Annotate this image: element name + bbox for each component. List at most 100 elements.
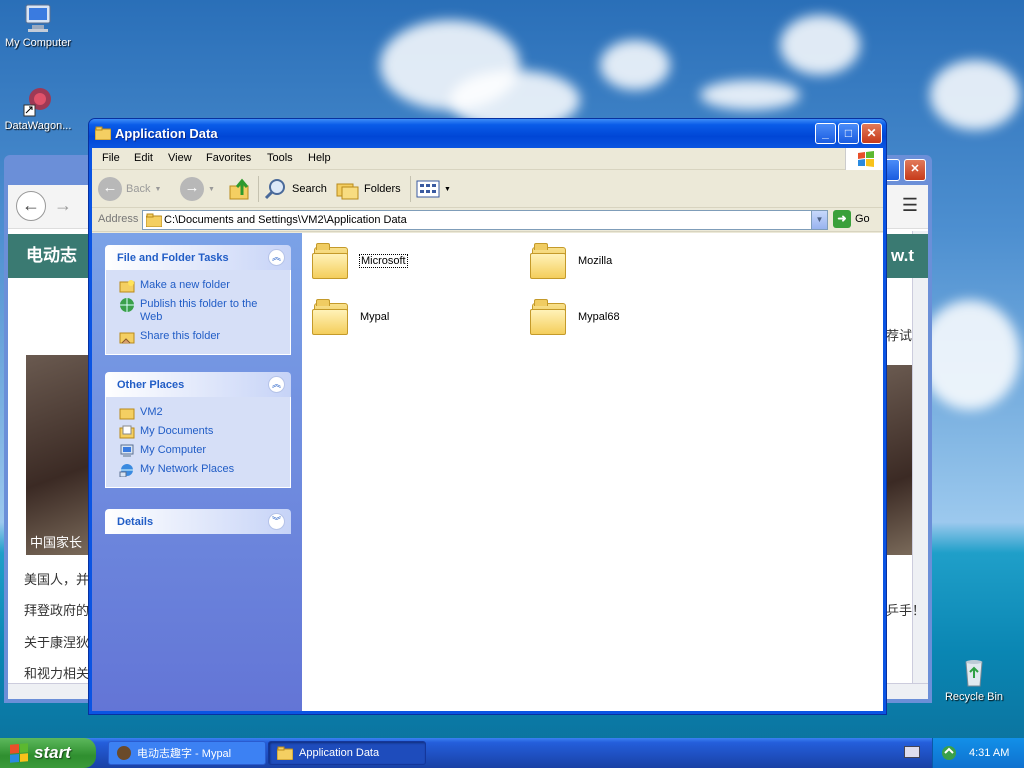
forward-button[interactable]: → ▼	[180, 176, 215, 202]
browser-text-line[interactable]: 和视力相关	[24, 663, 89, 682]
folders-button[interactable]: Folders	[336, 176, 401, 202]
folder-icon	[530, 243, 568, 279]
expand-chevron-icon[interactable]: ︾	[268, 513, 285, 530]
desktop-icon-label: Recycle Bin	[944, 691, 1004, 703]
folder-icon	[95, 126, 111, 140]
place-vm2[interactable]: VM2	[106, 403, 290, 422]
place-my-computer[interactable]: My Computer	[106, 441, 290, 460]
other-places-header[interactable]: Other Places ︽	[105, 372, 291, 397]
go-button[interactable]: ➜ Go	[833, 210, 870, 228]
toolbar-separator	[410, 176, 411, 202]
address-input[interactable]: C:\Documents and Settings\VM2\Applicatio…	[142, 210, 828, 230]
folders-icon	[336, 183, 359, 200]
chevron-down-icon: ▼	[154, 185, 162, 193]
taskbar-button-label: 电动志趣字 - Mypal	[137, 748, 232, 760]
new-folder-icon	[119, 280, 135, 293]
task-publish-to-web[interactable]: Publish this folder to the Web	[106, 295, 290, 327]
folder-item[interactable]: Microsoft	[312, 243, 408, 279]
collapse-chevron-icon[interactable]: ︽	[268, 249, 285, 266]
folder-item[interactable]: Mozilla	[530, 243, 612, 279]
views-button[interactable]: ▼	[416, 176, 451, 202]
photo-caption: 中国家长	[30, 535, 83, 550]
browser-photo[interactable]	[26, 355, 90, 555]
task-label: Publish this folder to the Web	[140, 298, 258, 323]
clock[interactable]: 4:31 AM	[969, 747, 1009, 759]
browser-back-button[interactable]: ←	[16, 191, 46, 221]
panel-body: Make a new folder Publish this folder to…	[105, 270, 291, 355]
place-label: My Computer	[140, 444, 207, 456]
toolbar: ← Back ▼ → ▼ Search Folders ▼	[92, 170, 883, 208]
search-icon	[264, 179, 285, 200]
up-folder-button[interactable]	[228, 176, 252, 202]
place-my-documents[interactable]: My Documents	[106, 422, 290, 441]
menu-tools[interactable]: Tools	[267, 152, 293, 164]
back-button[interactable]: ← Back ▼	[98, 176, 161, 202]
banner-title: 电动志	[26, 246, 77, 265]
folder-name: Microsoft	[359, 254, 408, 268]
collapse-chevron-icon[interactable]: ︽	[268, 376, 285, 393]
documents-folder-icon	[119, 425, 135, 439]
address-label: Address	[98, 213, 139, 225]
folder-name: Mozilla	[578, 255, 613, 267]
browser-app-icon	[117, 746, 131, 760]
banner-right-text: w.t	[891, 246, 914, 265]
close-button[interactable]: ✕	[861, 123, 882, 144]
menu-file[interactable]: File	[102, 152, 120, 164]
recycle-bin-icon	[958, 656, 990, 688]
desktop-icon-datawagon[interactable]: DataWagon...	[0, 85, 78, 132]
browser-close-button[interactable]: ✕	[904, 159, 926, 181]
file-list[interactable]: Microsoft Mozilla Mypal Mypal68	[302, 233, 883, 711]
place-label: My Documents	[140, 425, 214, 437]
address-dropdown-button[interactable]: ▼	[811, 211, 827, 229]
keyboard-icon[interactable]	[904, 746, 920, 758]
address-value: C:\Documents and Settings\VM2\Applicatio…	[164, 214, 407, 226]
chevron-down-icon: ▼	[444, 185, 451, 193]
folder-icon	[119, 408, 135, 420]
desktop-icon-recycle-bin[interactable]: Recycle Bin	[934, 656, 1014, 703]
menu-bar: File Edit View Favorites Tools Help	[92, 148, 883, 170]
folder-item[interactable]: Mypal68	[530, 299, 620, 335]
minimize-button[interactable]: _	[815, 123, 836, 144]
chevron-down-icon: ▼	[208, 185, 215, 193]
browser-menu-icon[interactable]: ☰	[902, 195, 918, 216]
menu-view[interactable]: View	[168, 152, 192, 164]
menu-favorites[interactable]: Favorites	[206, 152, 251, 164]
panel-body: VM2 My Documents My Computer My Network …	[105, 397, 291, 488]
browser-forward-button[interactable]: →	[54, 195, 72, 216]
desktop-icon-my-computer[interactable]: My Computer	[0, 2, 78, 49]
desktop-icon-label: My Computer	[4, 37, 72, 49]
folder-name: Mypal	[360, 311, 390, 323]
window-client: File Edit View Favorites Tools Help ← Ba…	[92, 148, 883, 711]
explorer-body: File and Folder Tasks ︽ Make a new folde…	[92, 233, 883, 711]
file-folder-tasks-header[interactable]: File and Folder Tasks ︽	[105, 245, 291, 270]
task-share-folder[interactable]: Share this folder	[106, 327, 290, 346]
search-button[interactable]: Search	[264, 176, 327, 202]
go-label: Go	[855, 213, 870, 225]
folder-icon	[312, 299, 350, 335]
taskbar-button-mypal[interactable]: 电动志趣字 - Mypal	[108, 741, 266, 765]
folder-icon	[277, 746, 293, 760]
browser-text-line[interactable]: 美国人，并	[24, 569, 89, 588]
task-make-new-folder[interactable]: Make a new folder	[106, 276, 290, 295]
start-button[interactable]: start	[0, 738, 96, 768]
windows-logo-icon	[845, 148, 883, 170]
browser-text-line[interactable]: 关于康涅狄	[24, 632, 89, 651]
menu-edit[interactable]: Edit	[134, 152, 153, 164]
browser-text-line[interactable]: 拜登政府的	[24, 600, 89, 619]
details-header[interactable]: Details ︾	[105, 509, 291, 534]
explorer-window[interactable]: Application Data _ □ ✕ File Edit View Fa…	[88, 118, 887, 715]
maximize-button[interactable]: □	[838, 123, 859, 144]
title-bar[interactable]: Application Data _ □ ✕	[89, 119, 886, 148]
other-places-panel: Other Places ︽ VM2 My Documents My Compu…	[105, 372, 291, 488]
folder-item[interactable]: Mypal	[312, 299, 389, 335]
menu-help[interactable]: Help	[308, 152, 331, 164]
safely-remove-icon[interactable]	[941, 745, 957, 761]
browser-photo-right[interactable]	[886, 365, 912, 555]
taskbar-button-application-data[interactable]: Application Data	[268, 741, 426, 765]
search-label: Search	[292, 183, 327, 195]
folder-icon	[312, 243, 350, 279]
back-arrow-icon: ←	[98, 177, 122, 201]
place-my-network-places[interactable]: My Network Places	[106, 460, 290, 479]
panel-title: Details	[117, 516, 154, 528]
folders-label: Folders	[364, 183, 401, 195]
